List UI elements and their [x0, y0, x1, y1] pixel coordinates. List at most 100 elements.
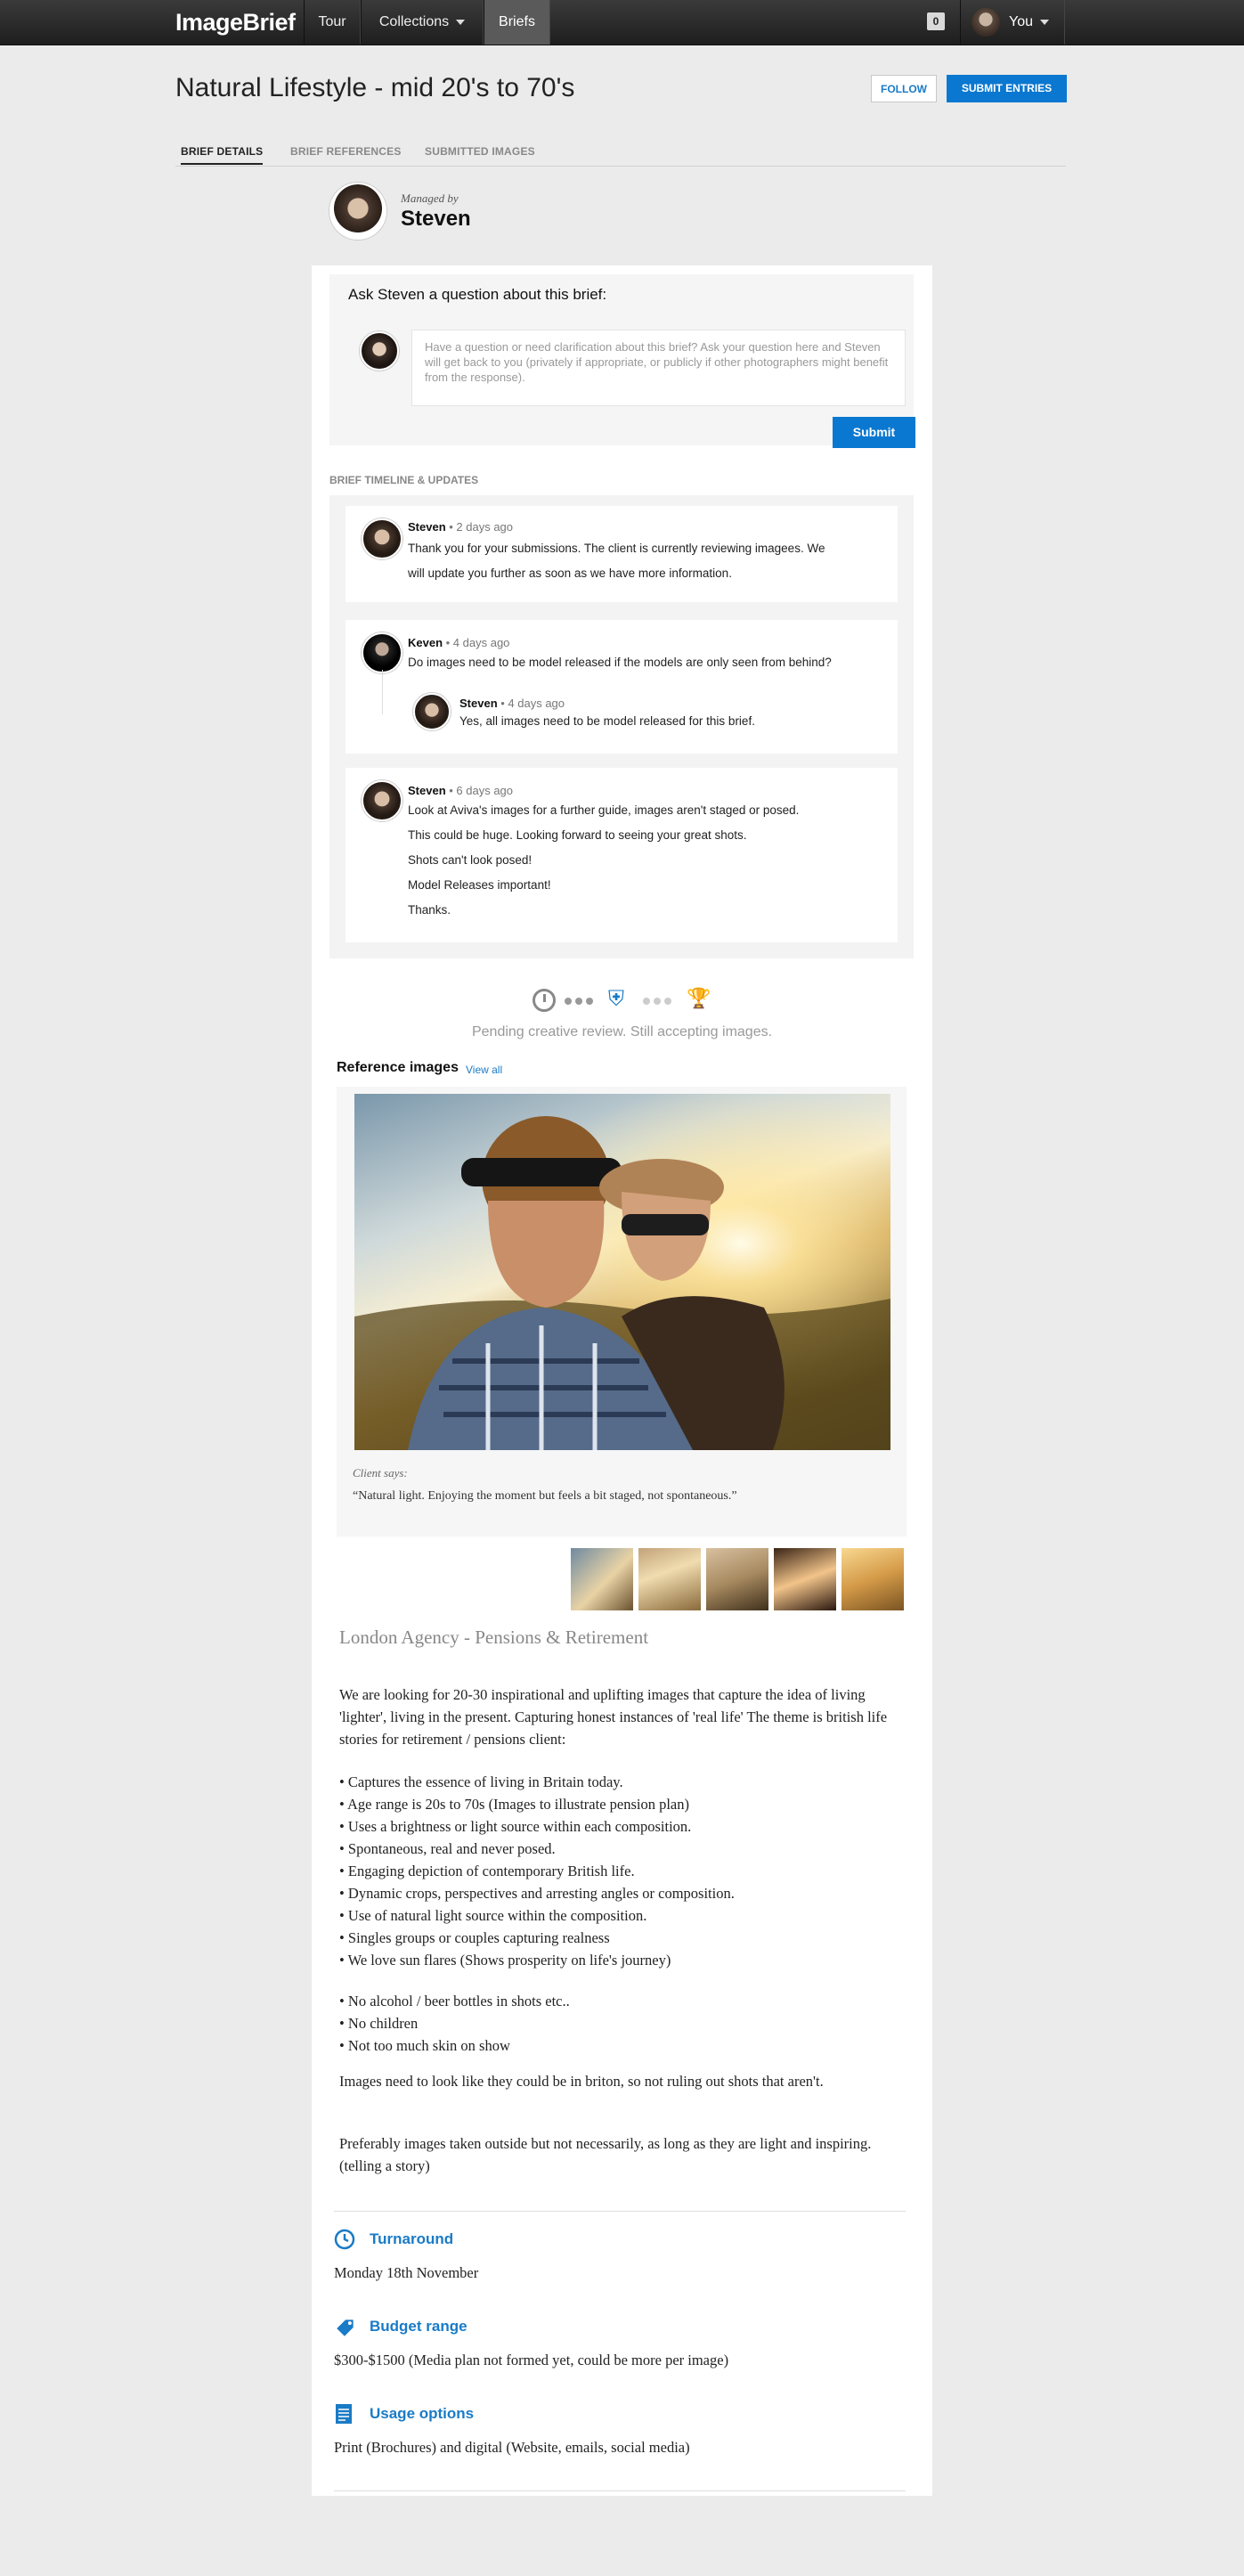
nav-briefs[interactable]: Briefs	[484, 0, 550, 45]
manager-name: Steven	[401, 207, 471, 231]
reference-thumbnail[interactable]	[706, 1548, 768, 1610]
ask-question-block: Ask Steven a question about this brief: …	[329, 274, 915, 448]
brief-section-title: London Agency - Pensions & Retirement	[339, 1626, 649, 1648]
post-line: Shots can't look posed!	[408, 853, 533, 867]
submit-question-button[interactable]: Submit	[833, 417, 915, 448]
avatar	[413, 693, 451, 730]
post-time: • 2 days ago	[445, 520, 514, 534]
nav-tour[interactable]: Tour	[304, 0, 361, 45]
nav-collections[interactable]: Collections	[361, 0, 484, 45]
list-item: Use of natural light source within the c…	[339, 1904, 909, 1927]
submit-entries-button[interactable]: SUBMIT ENTRIES	[947, 75, 1067, 102]
post-line: Look at Aviva's images for a further gui…	[408, 803, 800, 817]
reference-thumbnail[interactable]	[842, 1548, 904, 1610]
photo-illustration	[354, 1094, 890, 1450]
ask-title: Ask Steven a question about this brief:	[348, 286, 607, 303]
list-item: Spontaneous, real and never posed.	[339, 1838, 909, 1860]
timeline-heading: BRIEF TIMELINE & UPDATES	[329, 474, 479, 486]
client-says-label: Client says:	[353, 1466, 408, 1480]
nav-tour-label: Tour	[318, 14, 346, 29]
turnaround-label: Turnaround	[370, 2230, 454, 2247]
managed-by-label: Managed by	[401, 192, 459, 205]
avatar	[360, 331, 399, 371]
tab-submitted-images[interactable]: SUBMITTED IMAGES	[425, 145, 535, 158]
chevron-down-icon	[1040, 19, 1049, 25]
list-item: No alcohol / beer bottles in shots etc..	[339, 1990, 909, 2012]
reply-connector	[382, 670, 383, 714]
cart-count-badge[interactable]: 0	[927, 12, 945, 30]
brief-paragraph: Images need to look like they could be i…	[339, 2073, 824, 2090]
post-line: Do images need to be model released if t…	[408, 656, 832, 669]
post-body: Look at Aviva's images for a further gui…	[408, 798, 799, 923]
post-line: Thanks.	[408, 903, 451, 917]
turnaround-value: Monday 18th November	[334, 2264, 479, 2281]
client-quote: “Natural light. Enjoying the moment but …	[353, 1489, 737, 1503]
post-author[interactable]: Keven	[408, 636, 443, 649]
brief-paragraph: Preferably images taken outside but not …	[339, 2135, 872, 2174]
avatar	[362, 518, 402, 559]
reference-image-box: Client says: “Natural light. Enjoying th…	[337, 1087, 907, 1537]
clock-icon	[533, 989, 556, 1012]
status-progress: ⛨ 🏆	[533, 987, 728, 1015]
brief-tabs: BRIEF DETAILS BRIEF REFERENCES SUBMITTED…	[175, 141, 1066, 167]
timeline: Steven • 2 days ago Thank you for your s…	[329, 495, 914, 958]
reply-author[interactable]: Steven	[459, 697, 498, 710]
post-body: Thank you for your submissions. The clie…	[408, 536, 825, 586]
list-item: Dynamic crops, perspectives and arrestin…	[339, 1882, 909, 1904]
user-menu-label: You	[1009, 0, 1049, 45]
price-tag-icon	[334, 2316, 355, 2337]
nav-collections-label: Collections	[378, 14, 450, 29]
post-meta: Keven • 4 days ago	[408, 636, 509, 649]
follow-button[interactable]: FOLLOW	[871, 75, 937, 102]
view-all-link[interactable]: View all	[466, 1064, 502, 1076]
post-time: • 6 days ago	[445, 784, 514, 797]
divider	[334, 2211, 906, 2212]
post-line: Model Releases important!	[408, 878, 551, 892]
list-item: Not too much skin on show	[339, 2034, 909, 2057]
usage-value: Print (Brochures) and digital (Website, …	[334, 2439, 690, 2456]
timeline-post: Steven • 6 days ago Look at Aviva's imag…	[346, 768, 898, 942]
post-line: will update you further as soon as we ha…	[408, 567, 732, 580]
post-author[interactable]: Steven	[408, 520, 446, 534]
reference-thumbnail[interactable]	[774, 1548, 836, 1610]
avatar	[362, 780, 402, 821]
post-meta: Steven • 2 days ago	[408, 520, 513, 534]
clock-icon	[334, 2229, 355, 2250]
brief-restrictions-list: No alcohol / beer bottles in shots etc..…	[339, 1990, 909, 2057]
post-line: Thank you for your submissions. The clie…	[408, 542, 825, 555]
usage-label: Usage options	[370, 2405, 475, 2422]
manager-avatar	[329, 183, 386, 240]
reply-text: Yes, all images need to be model release…	[459, 714, 755, 728]
progress-dots	[643, 998, 675, 1005]
post-body: Do images need to be model released if t…	[408, 650, 832, 675]
page-title: Natural Lifestyle - mid 20's to 70's	[175, 73, 575, 102]
avatar	[972, 8, 1000, 37]
list-item: We love sun flares (Shows prosperity on …	[339, 1949, 909, 1971]
list-item: No children	[339, 2012, 909, 2034]
tab-brief-details[interactable]: BRIEF DETAILS	[181, 145, 264, 165]
tab-brief-references[interactable]: BRIEF REFERENCES	[290, 145, 402, 158]
avatar	[362, 632, 402, 673]
top-nav: ImageBrief Tour Collections Briefs 0 You	[0, 0, 1244, 45]
review-icon: ⛨	[608, 987, 624, 1011]
document-icon	[334, 2403, 355, 2425]
question-input[interactable]: Have a question or need clarification ab…	[411, 330, 906, 406]
budget-value: $300-$1500 (Media plan not formed yet, c…	[334, 2352, 729, 2368]
chevron-down-icon	[456, 19, 466, 25]
reference-thumbnail[interactable]	[571, 1548, 633, 1610]
logo[interactable]: ImageBrief	[175, 9, 296, 37]
post-line: This could be huge. Looking forward to s…	[408, 828, 747, 842]
list-item: Age range is 20s to 70s (Images to illus…	[339, 1793, 909, 1815]
reply-meta: Steven • 4 days ago	[459, 697, 565, 710]
brief-panel: Ask Steven a question about this brief: …	[312, 265, 932, 2496]
reply-time: • 4 days ago	[497, 697, 565, 710]
progress-dots	[565, 998, 597, 1005]
user-menu[interactable]: You	[960, 0, 1065, 45]
reference-thumbnail[interactable]	[638, 1548, 701, 1610]
list-item: Engaging depiction of contemporary Briti…	[339, 1860, 909, 1882]
user-name: You	[1009, 14, 1033, 29]
reference-photo[interactable]	[354, 1094, 890, 1450]
post-author[interactable]: Steven	[408, 784, 446, 797]
status-text: Pending creative review. Still accepting…	[471, 1024, 773, 1039]
post-time: • 4 days ago	[443, 636, 510, 649]
